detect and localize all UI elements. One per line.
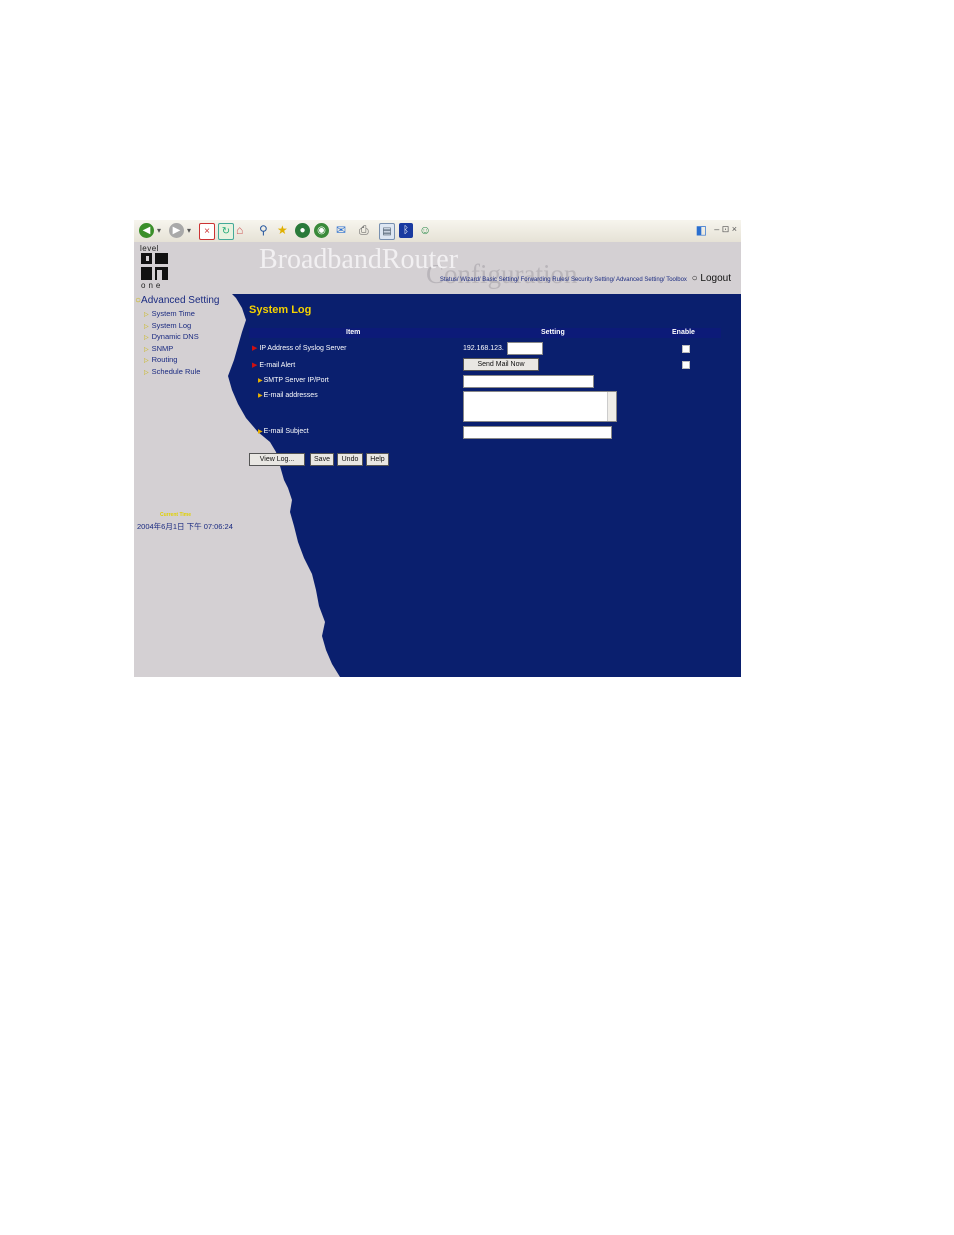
sidebar-menu: ▷ System Time ▷ System Log ▷ Dynamic DNS ▷ S… [144, 309, 200, 378]
home-icon[interactable]: ⌂ [236, 223, 243, 238]
email-addresses-row-label: ▶E-mail addresses [258, 392, 318, 399]
email-addresses-label: E-mail addresses [263, 392, 318, 399]
smtp-row-label: ▶SMTP Server IP/Port [258, 377, 329, 384]
brand-title: BroadbandRouter [259, 244, 459, 275]
current-time-value: 2004年6月1日 下午 07:06:24 [137, 522, 233, 531]
email-addresses-textarea[interactable] [463, 391, 617, 422]
windows-logo-icon: ◧ [695, 223, 707, 237]
messenger-icon[interactable]: ☺ [419, 223, 431, 238]
yellow-arrow-icon: ▶ [258, 378, 263, 384]
syslog-ip-input[interactable] [507, 342, 543, 355]
print-icon[interactable]: ⎙ [359, 223, 369, 238]
send-mail-now-button[interactable]: Send Mail Now [463, 358, 539, 371]
email-subject-input[interactable] [463, 426, 612, 439]
sidebar-item-label: Routing [151, 355, 178, 364]
triangle-icon: ▷ [144, 369, 149, 376]
refresh-icon[interactable]: ↻ [218, 223, 234, 240]
sidebar-item-label: SNMP [151, 343, 174, 353]
column-setting: Setting [541, 329, 565, 336]
bluetooth-icon[interactable]: ᛒ [399, 223, 413, 238]
save-button[interactable]: Save [310, 453, 334, 466]
sidebar-item-label: System Time [151, 309, 195, 318]
red-arrow-icon: ▶ [252, 362, 258, 369]
page-header: level one Configuration BroadbandRouter … [134, 242, 741, 294]
column-enable: Enable [672, 329, 695, 336]
forward-dropdown-icon[interactable]: ▾ [187, 223, 191, 238]
triangle-icon: ▷ [144, 358, 149, 364]
browser-toolbar: ◀ ▾ ▶ ▾ × ↻ ⌂ ⚲ ★ ● ◉ ✉ ⎙ ▤ ᛒ ☺ ◧ – ⊡ × [134, 220, 741, 243]
syslog-label: IP Address of Syslog Server [259, 345, 347, 352]
triangle-icon: ▷ [144, 312, 149, 318]
levelone-logo: level one [140, 244, 172, 290]
view-log-button[interactable]: View Log... [249, 453, 305, 466]
syslog-enable-checkbox[interactable] [682, 345, 690, 353]
sidebar-item-routing[interactable]: ▷ Routing [144, 355, 200, 367]
sidebar-item-system-log[interactable]: ▷ System Log [144, 321, 200, 333]
email-alert-enable-checkbox[interactable] [682, 361, 690, 369]
sidebar-item-system-time[interactable]: ▷ System Time [144, 309, 200, 321]
email-subject-label: E-mail Subject [263, 428, 309, 435]
email-subject-row-label: ▶E-mail Subject [258, 428, 309, 435]
stop-icon[interactable]: × [199, 223, 215, 240]
logo-mark-icon [141, 253, 168, 280]
sidebar: ○Advanced Setting ▷ System Time ▷ System L… [134, 294, 244, 677]
router-config-screenshot: ◀ ▾ ▶ ▾ × ↻ ⌂ ⚲ ★ ● ◉ ✉ ⎙ ▤ ᛒ ☺ ◧ – ⊡ × … [134, 220, 741, 677]
mail-icon[interactable]: ✉ [336, 223, 346, 238]
sidebar-item-label: Schedule Rule [151, 366, 201, 376]
sidebar-item-dynamic-dns[interactable]: ▷ Dynamic DNS [144, 332, 200, 344]
favorites-icon[interactable]: ★ [277, 223, 288, 238]
email-alert-row-label: ▶ E-mail Alert [252, 361, 295, 369]
undo-button[interactable]: Undo [337, 453, 363, 466]
back-dropdown-icon[interactable]: ▾ [157, 223, 161, 238]
sidebar-item-snmp[interactable]: ▷ SNMP [144, 344, 200, 356]
back-icon[interactable]: ◀ [139, 223, 154, 238]
logo-text-top: level [140, 244, 159, 253]
sidebar-heading[interactable]: ○Advanced Setting [135, 295, 219, 306]
email-alert-label: E-mail Alert [259, 362, 296, 369]
top-nav-links[interactable]: Status/ Wizard/ Basic Setting/ Forwardin… [440, 277, 687, 283]
logout-link[interactable]: ○ Logout [692, 273, 731, 284]
yellow-arrow-icon: ▶ [258, 393, 263, 399]
page-title: System Log [249, 304, 312, 316]
sidebar-item-label: System Log [151, 320, 192, 330]
top-navigation: Status/ Wizard/ Basic Setting/ Forwardin… [440, 273, 731, 284]
smtp-label: SMTP Server IP/Port [263, 377, 329, 384]
logo-text-bottom: one [141, 281, 164, 290]
yellow-arrow-icon: ▶ [258, 429, 263, 435]
edit-icon[interactable]: ▤ [379, 223, 395, 240]
textarea-scrollbar[interactable] [607, 392, 616, 421]
sidebar-item-label: Dynamic DNS [151, 332, 199, 341]
table-header: Item Setting Enable [249, 328, 721, 338]
smtp-server-input[interactable] [463, 375, 594, 388]
media-icon[interactable]: ● [295, 223, 310, 238]
syslog-row-label: ▶ IP Address of Syslog Server [252, 344, 346, 352]
search-icon[interactable]: ⚲ [259, 223, 268, 238]
help-button[interactable]: Help [366, 453, 389, 466]
logout-label[interactable]: Logout [700, 273, 731, 284]
triangle-icon: ▷ [144, 323, 149, 330]
forward-icon[interactable]: ▶ [169, 223, 184, 238]
syslog-ip-prefix: 192.168.123. [463, 345, 504, 352]
sidebar-item-schedule-rule[interactable]: ▷ Schedule Rule [144, 367, 200, 379]
triangle-icon: ▷ [144, 346, 149, 353]
history-icon[interactable]: ◉ [314, 223, 329, 238]
window-controls[interactable]: – ⊡ × [714, 224, 737, 235]
red-arrow-icon: ▶ [252, 345, 258, 352]
column-item: Item [346, 329, 361, 336]
current-time-label: Current Time [160, 512, 192, 518]
sidebar-heading-label: Advanced Setting [141, 295, 220, 306]
triangle-icon: ▷ [144, 335, 149, 341]
